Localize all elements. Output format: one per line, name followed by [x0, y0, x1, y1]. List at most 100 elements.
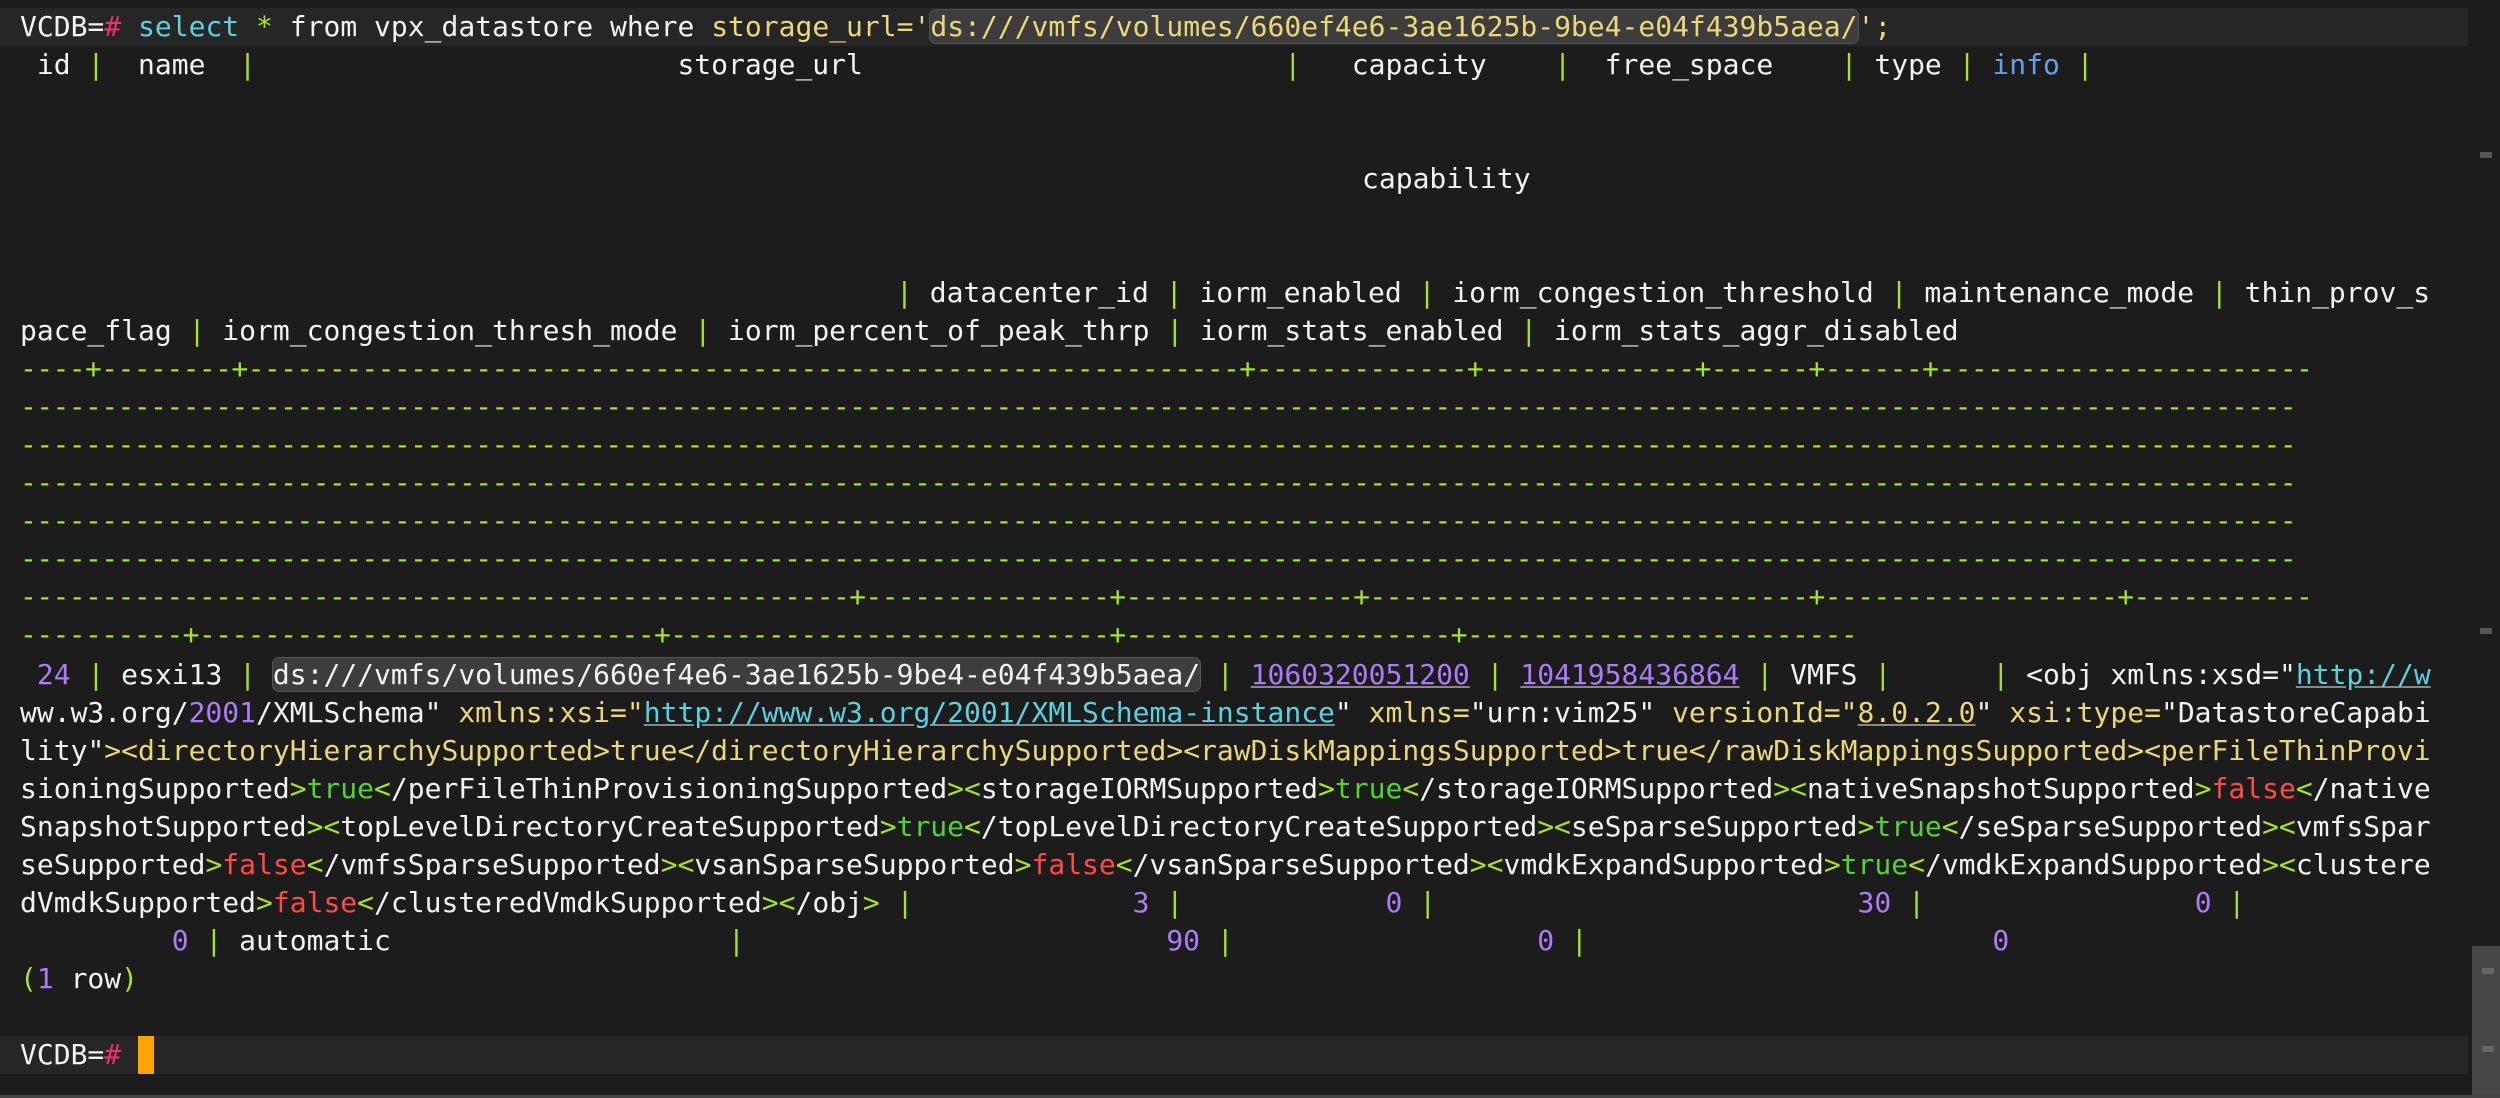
xml-vmdk-expand-supported: true: [1840, 848, 1909, 881]
col-header-iorm-congestion-threshold: iorm_congestion_threshold: [1435, 276, 1891, 309]
prompt-line-highlight: [0, 1036, 2468, 1074]
cell-iorm-stats-aggr-disabled: 0: [1992, 924, 2010, 957]
xmlns-value: urn:vim25: [1486, 696, 1639, 729]
xml-se-sparse-supported: true: [1874, 810, 1942, 843]
row-count-label: row: [53, 962, 122, 995]
data-row-line-5: SnapshotSupported><topLevelDirectoryCrea…: [20, 810, 2431, 843]
xml-storage-iorm-supported: true: [1334, 772, 1403, 805]
quote-open: ': [913, 10, 931, 43]
scrollbar-thumb-mark: [2482, 1046, 2494, 1052]
star-operator: *: [256, 10, 273, 43]
separator-line: ----------------------------------------…: [20, 466, 2297, 499]
prompt-label: VCDB=: [20, 10, 105, 43]
col-header-maintenance-mode: maintenance_mode: [1907, 276, 2211, 309]
cell-iorm-congestion-threshold: 30: [1857, 886, 1892, 919]
text-cursor: [138, 1036, 155, 1074]
data-row-line-8: 0 | automatic | 90 | 0 | 0: [171, 924, 2010, 957]
xml-obj-open: <obj xmlns:xsd=": [2026, 658, 2296, 691]
header-row-3: | datacenter_id | iorm_enabled | iorm_co…: [896, 276, 2431, 309]
xsi-url[interactable]: http://www.w3.org/2001/XMLSchema-instanc…: [644, 696, 1335, 729]
xml-per-file-thin-provisioning-supported: true: [306, 772, 375, 805]
row-count: (1 row): [20, 960, 138, 998]
prompt-label: VCDB=: [20, 1038, 105, 1071]
scrollbar-marker: [2480, 628, 2492, 634]
separator-line: ----------------------------------------…: [20, 580, 2313, 613]
separator-line: ----------------------------------------…: [20, 542, 2297, 575]
type-value-part1: DatastoreCapabi: [2177, 696, 2431, 729]
cell-type: VMFS: [1790, 658, 1858, 691]
col-header-datacenter-id: datacenter_id: [912, 276, 1166, 309]
separator-line: ----------+----------------------------+…: [20, 618, 1858, 651]
col-header-thin-prov-start: thin_prov_s: [2227, 276, 2431, 309]
keyword-select: select: [138, 10, 240, 43]
col-header-iorm-enabled: iorm_enabled: [1182, 276, 1419, 309]
col-header-iorm-percent-of-peak-thrp: iorm_percent_of_peak_thrp: [711, 314, 1167, 347]
sql-command-line: VCDB=# select * from vpx_datastore where…: [20, 8, 1891, 46]
separator-line: ----------------------------------------…: [20, 504, 2297, 537]
xmlns-attr: xmlns=: [1368, 696, 1470, 729]
col-header-free-space: free_space: [1570, 48, 1841, 81]
type-attr: xsi:type=: [2009, 696, 2161, 729]
cell-iorm-stats-enabled: 0: [1537, 924, 1555, 957]
cell-maintenance-mode: 0: [2194, 886, 2212, 919]
xsi-attr: xmlns:xsi=: [458, 696, 627, 729]
semicolon: ;: [1874, 10, 1892, 43]
cell-datacenter-id: 3: [1132, 886, 1150, 919]
col-header-capacity: capacity: [1301, 48, 1555, 81]
col-header-iorm-stats-aggr-disabled: iorm_stats_aggr_disabled: [1537, 314, 1959, 347]
cell-iorm-congestion-thresh-mode: automatic: [239, 924, 391, 957]
scrollbar-marker: [2480, 152, 2492, 158]
data-row-line-6: seSupported>false</vmfsSparseSupported><…: [20, 848, 2431, 881]
xsd-url-part1[interactable]: http://w: [2296, 658, 2431, 691]
xml-native-snapshot-supported: false: [2211, 772, 2296, 805]
cell-iorm-percent-of-peak-thrp: 90: [1166, 924, 1201, 957]
xml-directory-hierarchy-supported: true: [610, 734, 678, 767]
where-field: storage_url=: [711, 10, 914, 43]
data-row-line-2: ww.w3.org/2001/XMLSchema" xmlns:xsi="htt…: [20, 696, 2431, 729]
xsd-url-part3: /XMLSchema: [256, 696, 425, 729]
col-header-iorm-congestion-thresh-mode: iorm_congestion_thresh_mode: [205, 314, 695, 347]
separator-line: ----------------------------------------…: [20, 428, 2297, 461]
col-header-iorm-stats-enabled: iorm_stats_enabled: [1183, 314, 1521, 347]
cell-id: 24: [36, 658, 71, 691]
header-row-1: id | name | storage_url | capacity | fre…: [20, 48, 2094, 81]
separator-line: ----+--------+--------------------------…: [20, 352, 2313, 385]
type-value-part2: lity: [20, 734, 88, 767]
cell-thin-prov-space-flag: 0: [171, 924, 189, 957]
quote-close: ': [1857, 10, 1875, 43]
col-header-name: name: [104, 48, 240, 81]
cell-storage-url[interactable]: ds:///vmfs/volumes/660ef4e6-3ae1625b-9be…: [271, 657, 1202, 692]
row-count-paren-open: (: [20, 962, 37, 995]
col-header-type: type: [1857, 48, 1959, 81]
scrollbar-thumb[interactable]: [2472, 946, 2500, 1096]
separator-line: ----------------------------------------…: [20, 390, 2297, 423]
col-header-storage-url: storage_url: [256, 48, 1285, 81]
row-count-paren-close: ): [121, 962, 139, 995]
data-row-line-1: 24 | esxi13 | ds:///vmfs/volumes/660ef4e…: [36, 657, 2431, 692]
xml-clustered-vmdk-supported: false: [272, 886, 358, 919]
data-row-line-3: lity"><directoryHierarchySupported>true<…: [20, 734, 2431, 767]
cell-name: esxi13: [121, 658, 223, 691]
version-attr: versionId=: [1672, 696, 1841, 729]
cell-capacity[interactable]: 1060320051200: [1251, 658, 1470, 691]
xml-top-level-directory-create-supported: true: [896, 810, 965, 843]
storage-url-value[interactable]: ds:///vmfs/volumes/660ef4e6-3ae1625b-9be…: [929, 9, 1859, 44]
xsd-url-part2: ww.w3.org/: [20, 696, 189, 729]
xml-vsan-sparse-supported: false: [1031, 848, 1116, 881]
prompt-input-line[interactable]: VCDB=#: [20, 1036, 155, 1074]
data-row-line-7: dVmdkSupported>false</clusteredVmdkSuppo…: [20, 886, 2246, 919]
header-row-4: pace_flag | iorm_congestion_thresh_mode …: [20, 314, 1959, 347]
row-count-number: 1: [36, 962, 54, 995]
prompt-hash: #: [104, 1038, 122, 1071]
cell-iorm-enabled: 0: [1385, 886, 1403, 919]
cell-free-space[interactable]: 1041958436864: [1520, 658, 1739, 691]
vertical-scrollbar[interactable]: [2472, 0, 2500, 1098]
version-value[interactable]: 8.0.2.0: [1858, 696, 1976, 729]
col-header-thin-prov-end: pace_flag: [20, 314, 189, 347]
col-header-id: id: [20, 48, 88, 81]
data-row-line-4: sioningSupported>true</perFileThinProvis…: [20, 772, 2431, 805]
xml-raw-disk-mappings-supported: true: [1621, 734, 1689, 767]
scrollbar-thumb-mark: [2482, 968, 2494, 974]
from-clause: from vpx_datastore where: [289, 10, 695, 43]
prompt-hash: #: [104, 10, 122, 43]
